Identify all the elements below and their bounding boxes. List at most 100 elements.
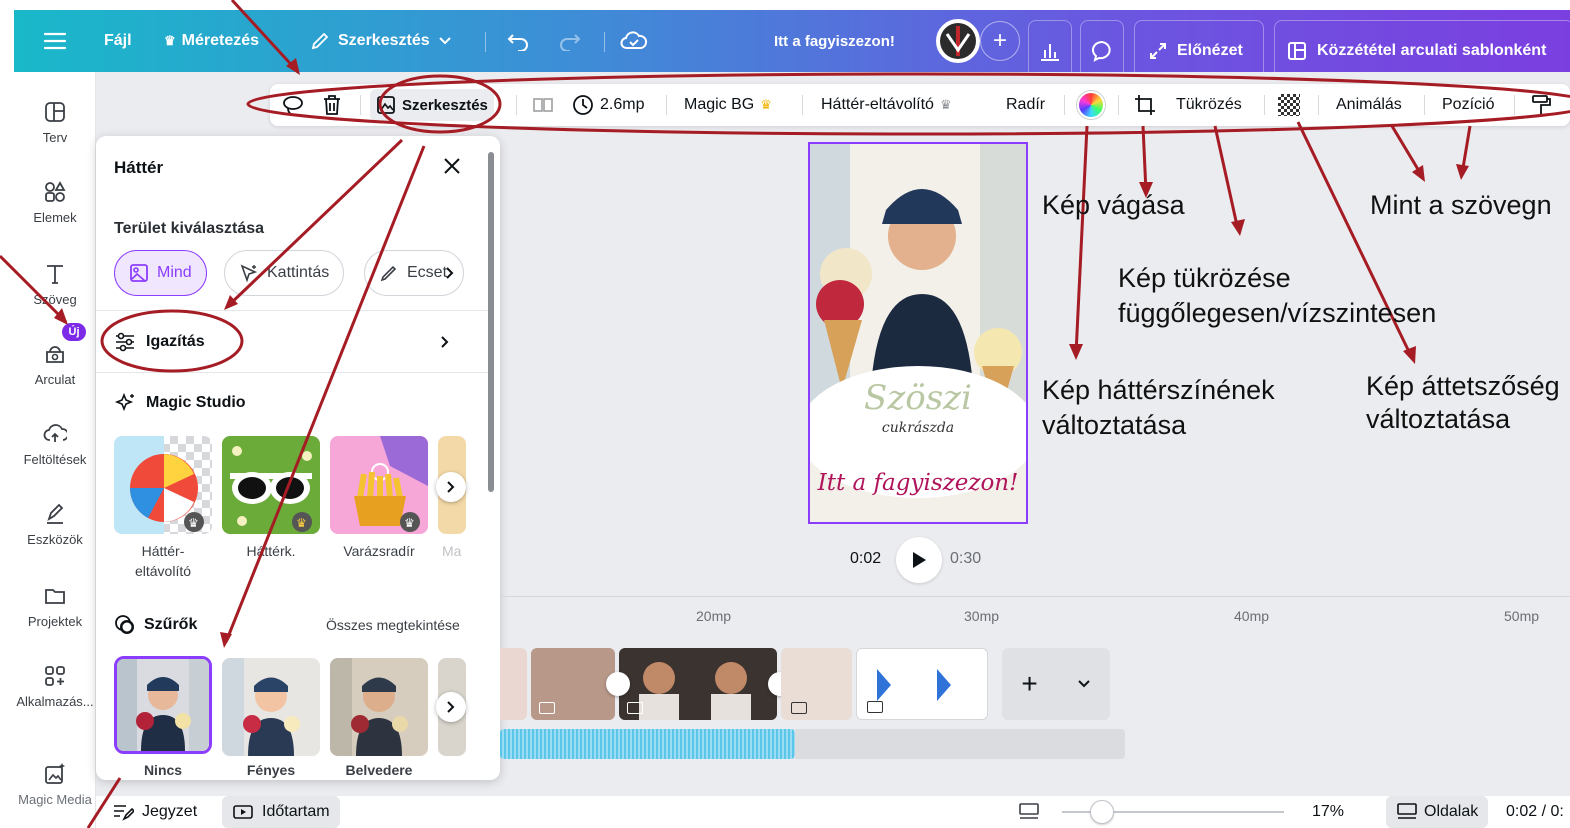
filter-bright-card[interactable] bbox=[222, 658, 320, 756]
chip-click[interactable]: Kattintás bbox=[224, 250, 345, 296]
avatar-logo-icon bbox=[940, 23, 976, 59]
left-sidebar: Terv Elemek Szöveg Arculat Feltöltések E… bbox=[14, 72, 96, 828]
panel-scrollbar[interactable] bbox=[488, 152, 494, 492]
timeline-icon bbox=[233, 805, 253, 819]
duration-label: 2.6mp bbox=[600, 96, 645, 113]
zoom-value[interactable]: 17% bbox=[1312, 796, 1344, 828]
timeline-clip[interactable] bbox=[856, 648, 988, 720]
ruler-label: 50mp bbox=[1504, 608, 1540, 624]
notes-button[interactable]: Jegyzet bbox=[112, 796, 197, 828]
filter-label: Belvedere bbox=[345, 762, 413, 778]
sidebar-item-design[interactable]: Terv bbox=[14, 100, 96, 145]
paint-roller-icon bbox=[1532, 95, 1551, 115]
pages-icon bbox=[1397, 803, 1417, 819]
chip-brush[interactable]: Ecset bbox=[364, 250, 464, 296]
design-page[interactable]: Szöszi cukrászda Itt a fagyiszezon! bbox=[808, 142, 1028, 524]
svg-text:♛: ♛ bbox=[296, 516, 307, 530]
cloud-save-button[interactable] bbox=[620, 10, 648, 72]
sidebar-item-tools[interactable]: Eszközök bbox=[14, 502, 96, 547]
delete-button[interactable] bbox=[322, 84, 342, 126]
chip-all[interactable]: Mind bbox=[114, 250, 207, 296]
edit-mode-button[interactable]: Szerkesztés bbox=[310, 10, 452, 72]
comment-icon bbox=[1091, 40, 1111, 62]
sidebar-item-projects[interactable]: Projektek bbox=[14, 584, 96, 629]
zoom-slider-thumb[interactable] bbox=[1090, 800, 1114, 824]
bg-remover-button[interactable]: Háttér-eltávolító ♛ bbox=[821, 84, 952, 126]
transparency-button[interactable] bbox=[1278, 84, 1300, 126]
beach-ball-icon: ♛ bbox=[114, 436, 204, 534]
sidebar-item-text[interactable]: Szöveg bbox=[14, 262, 96, 307]
publish-template-label: Közzététel arculati sablonként bbox=[1317, 42, 1547, 59]
chip-label: Ecset bbox=[407, 264, 448, 281]
redo-button[interactable] bbox=[558, 10, 582, 72]
ruler-label: 30mp bbox=[964, 608, 1000, 624]
timeline-clip[interactable] bbox=[781, 648, 852, 720]
flip-button[interactable]: Tükrözés bbox=[1176, 84, 1242, 126]
ruler-label: 40mp bbox=[1234, 608, 1270, 624]
file-menu[interactable]: Fájl bbox=[104, 10, 132, 72]
filter-icon bbox=[115, 615, 134, 634]
main-menu-button[interactable] bbox=[44, 10, 66, 72]
magic-bg-button[interactable]: Magic BG ♛ bbox=[684, 84, 772, 126]
resize-label: Méretezés bbox=[181, 32, 260, 49]
close-panel-button[interactable] bbox=[442, 156, 462, 181]
split-button[interactable] bbox=[532, 84, 554, 126]
folder-icon bbox=[45, 589, 65, 604]
chevron-right-icon bbox=[441, 336, 449, 348]
eraser-button[interactable]: Radír bbox=[1006, 84, 1045, 126]
page-view-button[interactable] bbox=[1018, 796, 1040, 828]
image-icon bbox=[130, 264, 148, 282]
duration-toggle-button[interactable]: Időtartam bbox=[222, 796, 340, 828]
pages-button[interactable]: Oldalak bbox=[1386, 796, 1489, 828]
resize-button[interactable]: ♛ Méretezés bbox=[164, 10, 259, 72]
transition-button[interactable] bbox=[606, 672, 630, 696]
see-all-filters-link[interactable]: Összes megtekintése bbox=[326, 617, 460, 633]
edit-image-button[interactable]: Szerkesztés bbox=[370, 89, 494, 121]
magic-studio-heading: Magic Studio bbox=[114, 392, 246, 414]
logo-subtitle: cukrászda bbox=[881, 420, 955, 436]
annotation-mirror-line1: Kép tükrözése bbox=[1118, 263, 1291, 293]
filter-belvedere-card[interactable] bbox=[330, 658, 428, 756]
brand-icon bbox=[46, 346, 64, 363]
crop-button[interactable] bbox=[1134, 84, 1156, 126]
copy-style-button[interactable] bbox=[1530, 84, 1552, 126]
chevron-down-icon bbox=[1077, 680, 1090, 688]
area-select-heading: Terület kiválasztása bbox=[114, 220, 265, 237]
bg-color-button[interactable] bbox=[1077, 84, 1105, 126]
lasso-button[interactable] bbox=[282, 84, 304, 126]
add-clip-area[interactable]: + bbox=[1002, 648, 1110, 720]
design-title[interactable]: Itt a fagyiszezon! bbox=[774, 10, 895, 72]
timeline-clip[interactable] bbox=[500, 648, 527, 720]
avatar[interactable] bbox=[936, 10, 980, 72]
filters-scroll-right-button[interactable] bbox=[436, 692, 466, 722]
annotation-bgcolor-line2: változtatása bbox=[1042, 410, 1187, 440]
timeline-clip[interactable] bbox=[619, 648, 777, 720]
adjust-row[interactable]: Igazítás bbox=[114, 324, 484, 360]
magic-eraser-card[interactable]: ♛ bbox=[330, 436, 428, 534]
timeline-clip[interactable] bbox=[531, 648, 615, 720]
magic-media-icon bbox=[45, 763, 65, 784]
annotation-crop: Kép vágása bbox=[1042, 190, 1185, 220]
add-collaborator-button[interactable]: + bbox=[980, 10, 1020, 72]
position-button[interactable]: Pozíció bbox=[1442, 84, 1494, 126]
animate-button[interactable]: Animálás bbox=[1336, 84, 1402, 126]
sidebar-item-uploads[interactable]: Feltöltések bbox=[14, 422, 96, 467]
zoom-slider[interactable] bbox=[1062, 796, 1284, 828]
edit-mode-label: Szerkesztés bbox=[338, 32, 430, 49]
crown-icon: ♛ bbox=[939, 97, 952, 112]
duration-button[interactable]: 2.6mp bbox=[572, 84, 644, 126]
magic-scroll-right-button[interactable] bbox=[436, 472, 466, 502]
video-icon bbox=[791, 702, 807, 714]
pages-label: Oldalak bbox=[1424, 803, 1479, 820]
play-button[interactable] bbox=[896, 537, 942, 583]
undo-button[interactable] bbox=[506, 10, 530, 72]
sidebar-item-magic-media[interactable]: Magic Media bbox=[14, 762, 96, 807]
sidebar-item-elements[interactable]: Elemek bbox=[14, 180, 96, 225]
audio-track[interactable] bbox=[500, 729, 795, 759]
filter-none-card[interactable] bbox=[114, 656, 212, 754]
notes-label: Jegyzet bbox=[142, 803, 198, 820]
magic-bg-generator-card[interactable]: ♛ bbox=[222, 436, 320, 534]
magic-bg-remover-card[interactable]: ♛ bbox=[114, 436, 212, 534]
sidebar-item-brand[interactable]: Arculat bbox=[14, 342, 96, 387]
sidebar-item-apps[interactable]: Alkalmazás... bbox=[14, 664, 96, 709]
